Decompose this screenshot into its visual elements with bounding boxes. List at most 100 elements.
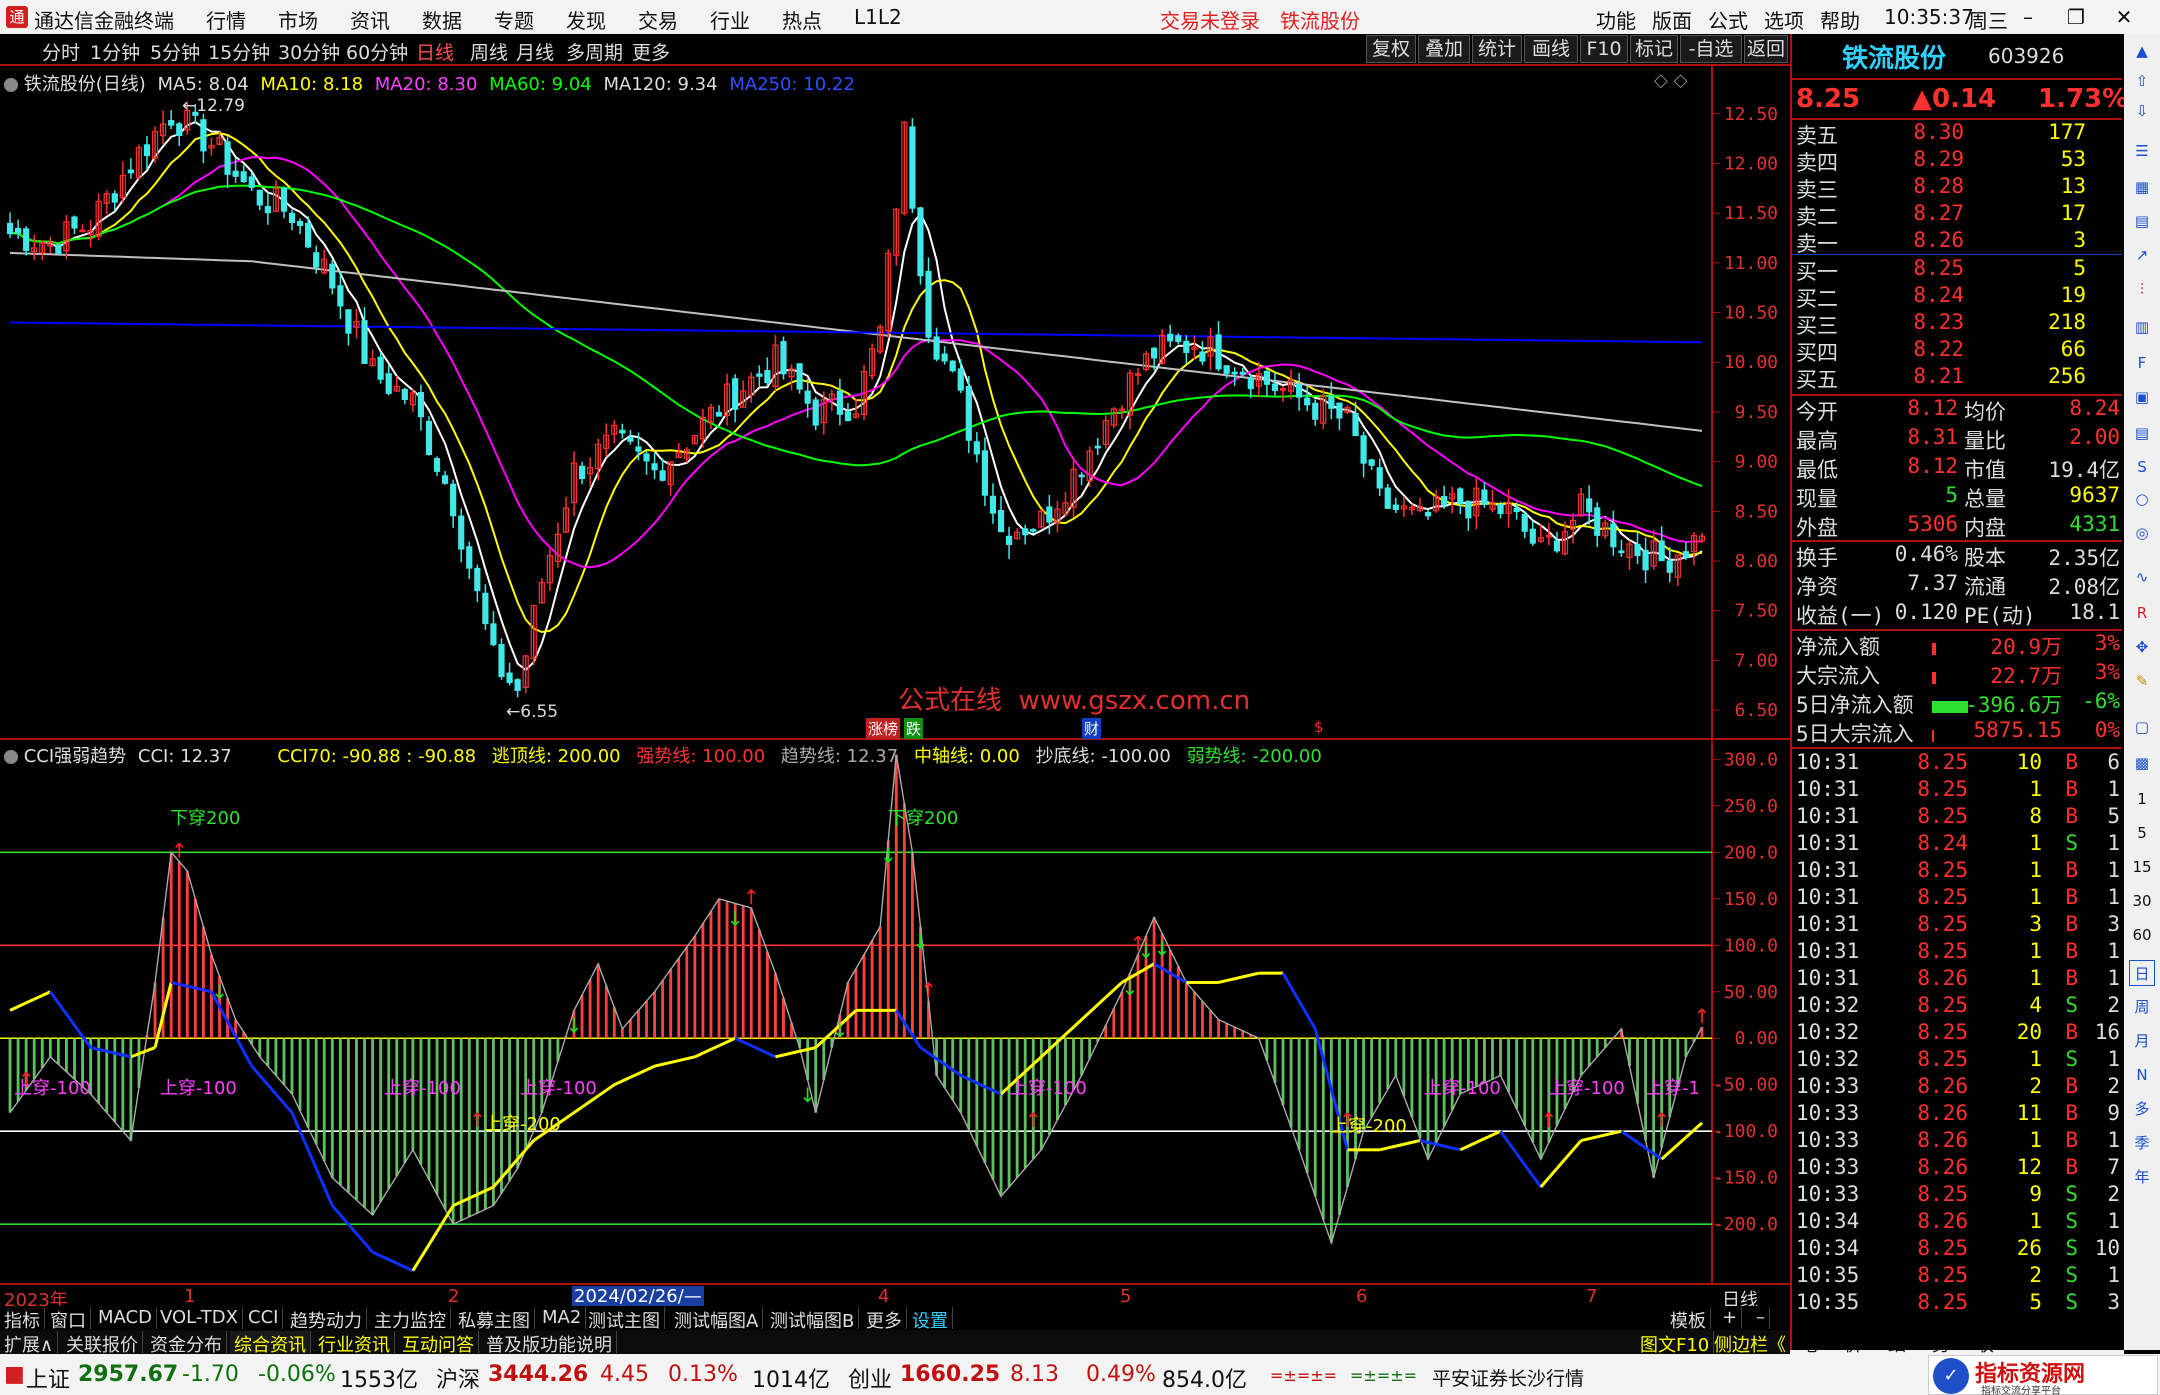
tick-row[interactable]: 10:31 8.26 1 B 1 bbox=[1792, 966, 2122, 993]
bid-row[interactable]: 买二 8.24 19 bbox=[1792, 283, 2122, 311]
period-n-icon[interactable]: N bbox=[2129, 1062, 2155, 1088]
period-15-icon[interactable]: 15 bbox=[2129, 854, 2155, 880]
stat-row[interactable]: 最低 8.12 市值 19.4亿 bbox=[1792, 454, 2122, 482]
stat-row[interactable]: 换手 0.46% 股本 2.35亿 bbox=[1792, 542, 2122, 570]
up-arrow-icon[interactable]: ▲ bbox=[2129, 38, 2155, 64]
tick-row[interactable]: 10:35 8.25 2 S 1 bbox=[1792, 1263, 2122, 1290]
tick-row[interactable]: 10:31 8.25 1 B 1 bbox=[1792, 939, 2122, 966]
ask-row[interactable]: 卖二 8.27 17 bbox=[1792, 201, 2122, 229]
period-weekly[interactable]: 周线 bbox=[470, 38, 508, 65]
tab-ma2[interactable]: MA2 bbox=[538, 1307, 587, 1329]
tab-vol-tdx[interactable]: VOL-TDX bbox=[156, 1307, 243, 1329]
period-more[interactable]: 更多 bbox=[632, 38, 670, 65]
period-30-icon[interactable]: 30 bbox=[2129, 888, 2155, 914]
fanhui-button[interactable]: 返回 bbox=[1744, 35, 1788, 63]
tab-zonghe[interactable]: 综合资讯 bbox=[230, 1331, 311, 1356]
tick-row[interactable]: 10:31 8.25 1 B 1 bbox=[1792, 858, 2122, 885]
menu-shuju[interactable]: 数据 bbox=[422, 5, 462, 34]
period-daily[interactable]: 日线 bbox=[416, 38, 454, 65]
period-60-icon[interactable]: 60 bbox=[2129, 922, 2155, 948]
flow-row[interactable]: 大宗流入 22.7万 3% bbox=[1792, 660, 2122, 688]
f10-button[interactable]: F10 bbox=[1580, 35, 1628, 63]
rsi-icon[interactable]: R bbox=[2129, 600, 2155, 626]
period-15min[interactable]: 15分钟 bbox=[208, 38, 270, 65]
fs-icon[interactable]: S bbox=[2129, 454, 2155, 480]
scroll-up-icon[interactable]: ⇧ bbox=[2129, 68, 2155, 94]
huaxian-button[interactable]: 画线 bbox=[1524, 35, 1578, 63]
period-day-icon[interactable]: 日 bbox=[2129, 960, 2155, 986]
period-multi-icon[interactable]: 多 bbox=[2129, 1096, 2155, 1122]
menu-gongshi[interactable]: 公式 bbox=[1708, 5, 1748, 34]
eye-icon[interactable]: ◎ bbox=[2129, 520, 2155, 546]
scroll-down-icon[interactable]: ⇩ bbox=[2129, 98, 2155, 124]
period-year-icon[interactable]: 年 bbox=[2129, 1164, 2155, 1190]
diamond-icon[interactable]: ◇ ◇ bbox=[1654, 70, 1687, 91]
news2-icon[interactable]: ▤ bbox=[2129, 420, 2155, 446]
stat-row[interactable]: 净资 7.37 流通 2.08亿 bbox=[1792, 571, 2122, 599]
tab-zhuli[interactable]: 主力监控 bbox=[370, 1307, 451, 1332]
tab-macd[interactable]: MACD bbox=[94, 1307, 157, 1329]
pen-icon[interactable]: ✎ bbox=[2129, 668, 2155, 694]
flow-row[interactable]: 净流入额 20.9万 3% bbox=[1792, 631, 2122, 659]
fs2-icon[interactable]: ▢ bbox=[2129, 714, 2155, 740]
bid-row[interactable]: 买三 8.23 218 bbox=[1792, 310, 2122, 338]
add-icon[interactable]: + bbox=[1718, 1307, 1743, 1329]
menu-zhuanti[interactable]: 专题 bbox=[494, 5, 534, 34]
tab-zijin[interactable]: 资金分布 bbox=[146, 1331, 227, 1356]
menu-banmian[interactable]: 版面 bbox=[1652, 5, 1692, 34]
tab-more[interactable]: 更多 bbox=[862, 1307, 907, 1332]
menu-faxian[interactable]: 发现 bbox=[566, 5, 606, 34]
period-1min[interactable]: 1分钟 bbox=[90, 38, 140, 65]
flow-row[interactable]: 5日大宗流入 5875.15 0% bbox=[1792, 718, 2122, 746]
period-quarter-icon[interactable]: 季 bbox=[2129, 1130, 2155, 1156]
tick-row[interactable]: 10:34 8.25 26 S 10 bbox=[1792, 1236, 2122, 1263]
diejia-button[interactable]: 叠加 bbox=[1418, 35, 1470, 63]
remove-icon[interactable]: – bbox=[1752, 1307, 1770, 1329]
minimize-icon[interactable]: – bbox=[2010, 2, 2046, 32]
tick-row[interactable]: 10:33 8.26 12 B 7 bbox=[1792, 1155, 2122, 1182]
grid-icon[interactable]: ▦ bbox=[2129, 174, 2155, 200]
period-month-icon[interactable]: 月 bbox=[2129, 1028, 2155, 1054]
tab-template[interactable]: 模板 bbox=[1666, 1307, 1711, 1332]
period-1-icon[interactable]: 1 bbox=[2129, 786, 2155, 812]
wave-icon[interactable]: ∿ bbox=[2129, 564, 2155, 590]
menu-zixun[interactable]: 资讯 bbox=[350, 5, 390, 34]
idx2-name[interactable]: 沪深 bbox=[436, 1362, 480, 1394]
zixuan-button[interactable]: -自选 bbox=[1680, 35, 1742, 63]
circle-icon[interactable]: ○ bbox=[2129, 486, 2155, 512]
tick-row[interactable]: 10:33 8.26 11 B 9 bbox=[1792, 1101, 2122, 1128]
move-icon[interactable]: ✥ bbox=[2129, 634, 2155, 660]
tab-shuoming[interactable]: 普及版功能说明 bbox=[482, 1331, 617, 1356]
tick-row[interactable]: 10:33 8.25 9 S 2 bbox=[1792, 1182, 2122, 1209]
bid-row[interactable]: 买五 8.21 256 bbox=[1792, 364, 2122, 392]
idx3-name[interactable]: 创业 bbox=[848, 1362, 892, 1394]
tick-row[interactable]: 10:31 8.24 1 S 1 bbox=[1792, 831, 2122, 858]
ask-row[interactable]: 卖四 8.29 53 bbox=[1792, 147, 2122, 175]
tick-row[interactable]: 10:34 8.26 1 S 1 bbox=[1792, 1209, 2122, 1236]
tick-row[interactable]: 10:31 8.25 1 B 1 bbox=[1792, 885, 2122, 912]
tab-guanlian[interactable]: 关联报价 bbox=[62, 1331, 143, 1356]
menu-shichang[interactable]: 市场 bbox=[278, 5, 318, 34]
biaoji-button[interactable]: 标记 bbox=[1630, 35, 1678, 63]
menu-l1l2[interactable]: L1L2 bbox=[854, 5, 902, 29]
trend-icon[interactable]: ↗ bbox=[2129, 242, 2155, 268]
bid-row[interactable]: 买一 8.25 5 bbox=[1792, 256, 2122, 284]
trade-login-status[interactable]: 交易未登录 bbox=[1160, 5, 1260, 34]
tick-row[interactable]: 10:33 8.26 2 B 2 bbox=[1792, 1074, 2122, 1101]
tick-row[interactable]: 10:32 8.25 1 S 1 bbox=[1792, 1047, 2122, 1074]
period-5min[interactable]: 5分钟 bbox=[150, 38, 200, 65]
tab-qushi[interactable]: 趋势动力 bbox=[286, 1307, 367, 1332]
tab-tuwen-f10[interactable]: 图文F10 bbox=[1636, 1331, 1715, 1356]
tab-simu[interactable]: 私募主图 bbox=[454, 1307, 535, 1332]
table-icon[interactable]: ▤ bbox=[2129, 208, 2155, 234]
tongji-button[interactable]: 统计 bbox=[1472, 35, 1522, 63]
menu-hangye[interactable]: 行业 bbox=[710, 5, 750, 34]
tab-hangye[interactable]: 行业资讯 bbox=[314, 1331, 395, 1356]
tab-sidebar[interactable]: 侧边栏《 bbox=[1710, 1331, 1791, 1356]
kline-icon[interactable]: ⫶ bbox=[2129, 276, 2155, 302]
menu-gongneng[interactable]: 功能 bbox=[1596, 5, 1636, 34]
period-multi[interactable]: 多周期 bbox=[566, 38, 623, 65]
tab-settings[interactable]: 设置 bbox=[908, 1307, 953, 1332]
maximize-icon[interactable]: ❐ bbox=[2058, 2, 2094, 32]
tab-zhibiao[interactable]: 指标 bbox=[0, 1307, 45, 1332]
